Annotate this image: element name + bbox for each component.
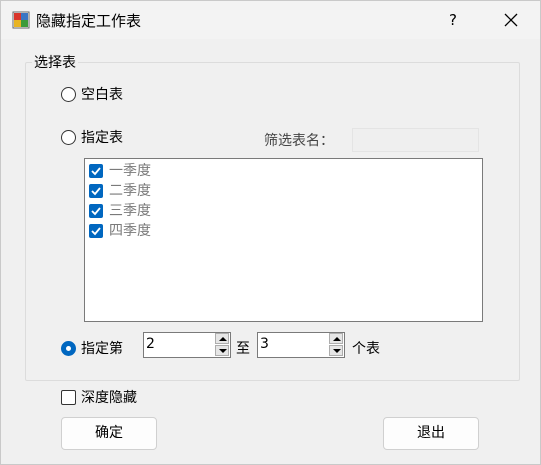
increment-button[interactable] [329, 333, 343, 344]
range-to-label: 至 [236, 341, 250, 357]
range-to-stepper[interactable]: 3 [257, 332, 345, 358]
close-icon [504, 13, 518, 27]
range-radio[interactable] [61, 341, 76, 356]
decrement-button[interactable] [329, 345, 343, 356]
range-suffix-label: 个表 [352, 341, 380, 357]
sheet-label: 一季度 [109, 163, 151, 179]
blank-sheet-label: 空白表 [81, 87, 123, 103]
range-from-stepper[interactable]: 2 [143, 332, 231, 358]
check-icon [91, 167, 101, 176]
blank-sheet-radio[interactable] [61, 87, 76, 102]
checkbox-checked[interactable] [89, 204, 103, 218]
up-arrow-icon [333, 337, 341, 341]
exit-button[interactable]: 退出 [383, 417, 479, 450]
deep-hide-label: 深度隐藏 [81, 390, 137, 406]
sheet-label: 三季度 [109, 203, 151, 219]
filter-label: 筛选表名： [264, 133, 334, 149]
filter-sheet-name-input[interactable] [352, 128, 479, 152]
range-to-value: 3 [260, 336, 269, 352]
window-title: 隐藏指定工作表 [36, 12, 142, 30]
checkbox-checked[interactable] [89, 184, 103, 198]
sheet-list[interactable]: 一季度 二季度 三季度 四季度 [84, 158, 483, 322]
up-arrow-icon [219, 337, 227, 341]
specified-sheet-label: 指定表 [81, 130, 123, 146]
help-button[interactable]: ? [439, 6, 467, 34]
checkbox-checked[interactable] [89, 224, 103, 238]
check-icon [91, 187, 101, 196]
sheet-label: 二季度 [109, 183, 151, 199]
range-prefix-label: 指定第 [81, 341, 123, 357]
check-icon [91, 207, 101, 216]
title-bar: 隐藏指定工作表 ? [1, 1, 540, 39]
decrement-button[interactable] [215, 345, 229, 356]
specified-sheet-radio[interactable] [61, 130, 76, 145]
down-arrow-icon [333, 349, 341, 353]
check-icon [91, 227, 101, 236]
group-legend: 选择表 [32, 52, 78, 72]
down-arrow-icon [219, 349, 227, 353]
ok-button[interactable]: 确定 [61, 417, 157, 450]
close-button[interactable] [493, 6, 527, 34]
app-icon [12, 11, 30, 29]
increment-button[interactable] [215, 333, 229, 344]
checkbox-checked[interactable] [89, 164, 103, 178]
sheet-label: 四季度 [109, 223, 151, 239]
deep-hide-checkbox[interactable] [61, 390, 76, 405]
range-from-value: 2 [146, 336, 155, 352]
